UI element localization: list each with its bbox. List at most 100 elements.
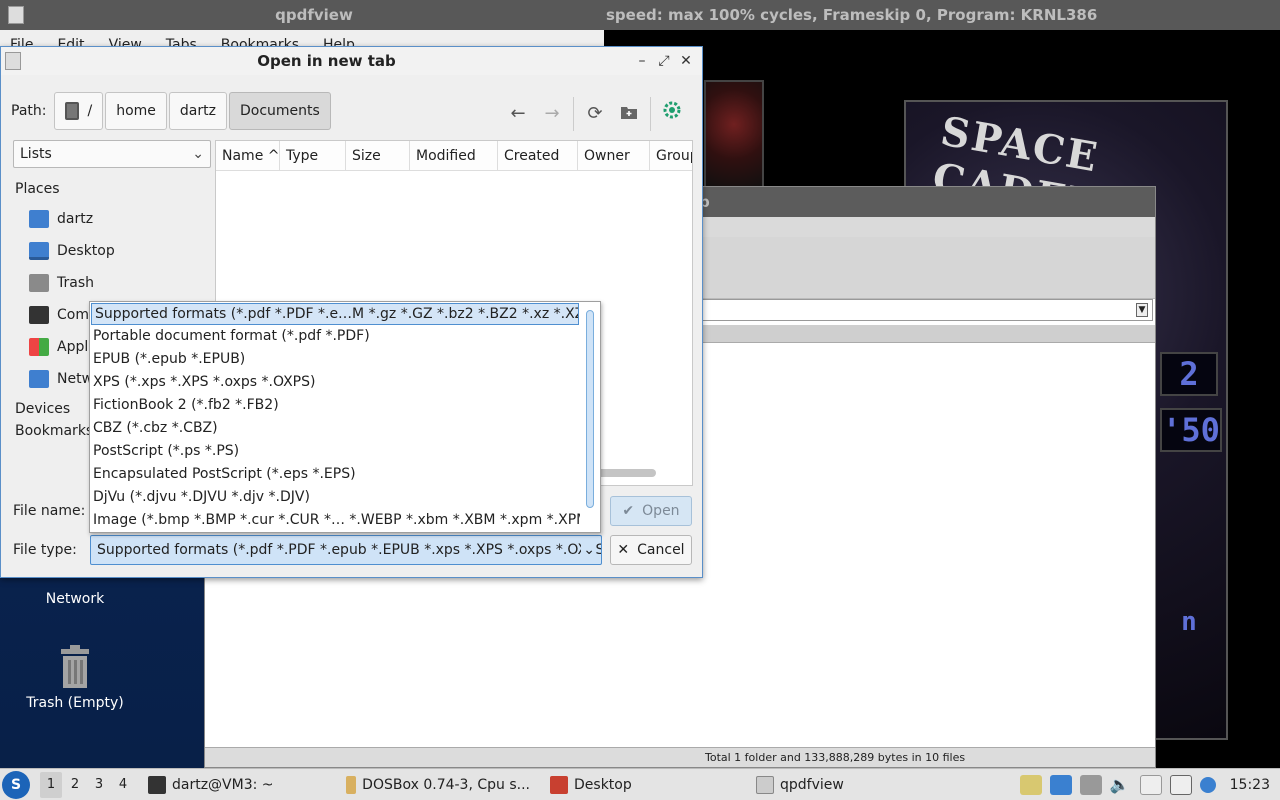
places-item-desktop[interactable]: Desktop [15,235,211,267]
places-item-label: Trash [57,275,94,291]
volume-icon[interactable]: 🔈 [1110,775,1132,795]
status-text: Total 1 folder and 133,888,289 bytes in … [705,751,966,764]
column-name[interactable]: Name ^ [216,141,280,170]
navigation-toolbar: ← → ⟳ [501,97,689,131]
dropdown-scrollbar[interactable] [586,310,594,508]
places-item-trash[interactable]: Trash [15,267,211,299]
file-type-option-fb2[interactable]: FictionBook 2 (*.fb2 *.FB2) [90,394,580,417]
view-mode-select[interactable]: Lists ⌄ [13,140,211,168]
notification-icon[interactable] [1199,777,1216,793]
dosbox-titlebar[interactable]: speed: max 100% cycles, Frameskip 0, Pro… [604,0,1280,30]
task-terminal[interactable]: dartz@VM3: ~ [142,770,332,800]
column-owner[interactable]: Owner [578,141,650,170]
checkmark-icon: ✔ [622,503,635,519]
file-type-option-supported[interactable]: Supported formats (*.pdf *.PDF *.e…M *.g… [91,303,579,325]
crumb-root[interactable]: / [54,92,104,130]
new-folder-icon[interactable] [612,100,646,128]
task-qpdfview[interactable]: qpdfview [750,770,850,800]
mission-text: n [1181,607,1197,637]
file-type-option-image[interactable]: Image (*.bmp *.BMP *.cur *.CUR *… *.WEBP… [90,509,580,532]
file-list-header: Name ^ Type Size Modified Created Owner … [216,141,692,171]
horizontal-scrollbar[interactable] [596,469,656,477]
file-type-dropdown-list: Supported formats (*.pdf *.PDF *.e…M *.g… [89,301,601,533]
column-modified[interactable]: Modified [410,141,498,170]
open-button-label: Open [642,503,680,519]
back-arrow-icon[interactable]: ← [501,100,535,128]
forward-arrow-icon[interactable]: → [535,100,569,128]
workspace-4[interactable]: 4 [112,772,134,798]
file-type-option-pdf[interactable]: Portable document format (*.pdf *.PDF) [90,325,580,348]
file-type-option-djvu[interactable]: DjVu (*.djvu *.DJVU *.djv *.DJV) [90,486,580,509]
crumb-label: dartz [179,103,216,119]
clock[interactable]: 15:23 [1230,777,1270,793]
places-item-dartz[interactable]: dartz [15,203,211,235]
terminal-icon [148,775,166,794]
column-created[interactable]: Created [498,141,578,170]
file-type-option-eps[interactable]: Encapsulated PostScript (*.eps *.EPS) [90,463,580,486]
crumb-label: home [116,103,156,119]
network-folder-icon [29,370,49,388]
chevron-down-icon: ⌄ [192,146,204,162]
places-item-label: dartz [57,211,94,227]
workspace-3[interactable]: 3 [88,772,110,798]
file-type-option-cbz[interactable]: CBZ (*.cbz *.CBZ) [90,417,580,440]
chevron-down-icon: ⌄ [581,536,595,564]
display-icon[interactable] [1049,775,1072,795]
reload-icon[interactable]: ⟳ [578,100,612,128]
task-dosbox[interactable]: DOSBox 0.74-3, Cpu s... [340,770,536,800]
file-type-select[interactable]: Supported formats (*.pdf *.PDF *.epub *.… [90,535,602,565]
file-type-option-epub[interactable]: EPUB (*.epub *.EPUB) [90,348,580,371]
desktop-icon-label: Trash (Empty) [26,695,124,711]
qpdfview-title: qpdfview [275,6,353,24]
places-item-label: Desktop [57,243,115,259]
crumb-label: / [87,103,93,119]
desktop-icon-trash[interactable]: Trash (Empty) [15,645,135,711]
maximize-icon[interactable]: ⤢ [654,53,674,69]
open-button[interactable]: ✔ Open [610,496,692,526]
notes-icon[interactable] [1019,775,1042,795]
score-display: '50 [1160,408,1222,452]
dialog-app-icon [5,52,21,70]
trash-icon [29,274,49,292]
dosbox-icon [346,775,357,794]
file-type-option-ps[interactable]: PostScript (*.ps *.PS) [90,440,580,463]
close-icon[interactable]: ✕ [676,53,696,69]
qpdfview-icon [756,775,774,794]
network-status-icon[interactable] [1169,775,1192,795]
chevron-down-icon[interactable]: ▼ [1136,303,1148,317]
file-type-option-xps[interactable]: XPS (*.xps *.XPS *.oxps *.OXPS) [90,371,580,394]
cancel-button[interactable]: ✕ Cancel [610,535,692,565]
crumb-dartz[interactable]: dartz [168,92,227,130]
ball-counter: 2 [1160,352,1218,396]
minimize-icon[interactable]: – [632,53,652,69]
crumb-documents[interactable]: Documents [228,92,331,130]
workspace-2[interactable]: 2 [64,772,86,798]
column-name-label: Name [222,148,264,164]
workspace-1[interactable]: 1 [40,771,62,798]
start-menu-icon[interactable]: S [2,770,30,799]
dialog-title: Open in new tab [257,52,396,70]
file-type-label: File type: [13,542,77,558]
task-desktop[interactable]: Desktop [544,770,742,800]
path-label: Path: [11,103,47,119]
clipboard-icon[interactable] [1139,775,1162,795]
settings-gear-icon[interactable] [655,100,689,128]
qpdfview-titlebar[interactable]: qpdfview [0,0,604,30]
column-group[interactable]: Group [650,141,692,170]
crumb-home[interactable]: home [105,92,167,130]
dialog-titlebar[interactable]: Open in new tab – ⤢ ✕ [1,47,702,75]
sort-ascending-icon: ^ [263,148,280,164]
drive-icon [65,102,80,120]
home-folder-icon [29,210,49,228]
computer-icon [29,306,49,324]
applications-icon [29,338,49,356]
column-size[interactable]: Size [346,141,410,170]
column-type[interactable]: Type [280,141,346,170]
task-label: Desktop [574,776,632,793]
pinball-bumper-art [704,80,764,190]
trash-icon [61,645,89,688]
view-mode-value: Lists [20,146,52,162]
file-name-label: File name: [13,503,86,519]
cancel-button-label: Cancel [637,542,685,558]
eject-icon[interactable] [1079,775,1102,795]
